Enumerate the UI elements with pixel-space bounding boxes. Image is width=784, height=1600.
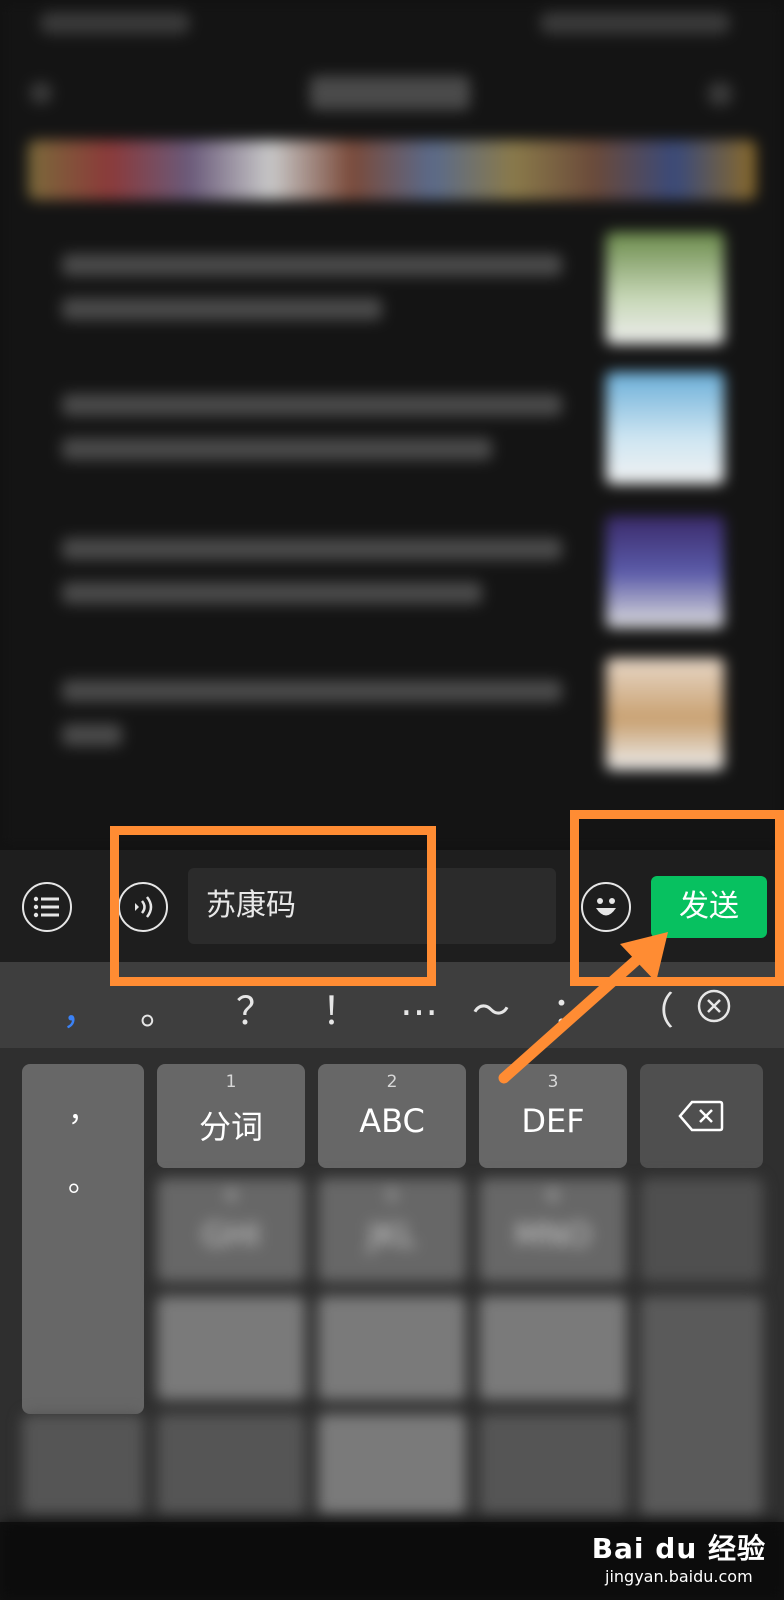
enter-key[interactable]	[640, 1296, 763, 1516]
blurred-lower-keys: 4 GHI 5 JKL 6 MNO	[0, 1178, 784, 1522]
side-punct[interactable]: ，	[22, 1086, 144, 1130]
mode-key[interactable]	[157, 1414, 305, 1514]
pointer-arrow	[498, 932, 668, 1084]
key-5[interactable]: 5 JKL	[318, 1178, 466, 1282]
status-bar	[0, 0, 784, 44]
page-title	[310, 76, 470, 110]
list-item[interactable]	[0, 372, 784, 492]
key-1[interactable]: 1 分词	[157, 1064, 305, 1168]
baidu-jingyan-watermark: Bai du 经验 jingyan.baidu.com	[592, 1527, 766, 1586]
punct-key[interactable]: ，	[62, 980, 100, 1035]
key-7[interactable]	[157, 1296, 305, 1400]
backspace-icon	[678, 1100, 724, 1132]
menu-button[interactable]	[22, 882, 72, 932]
lang-key[interactable]	[479, 1414, 627, 1514]
space-key[interactable]	[318, 1414, 466, 1514]
list-item[interactable]	[0, 658, 784, 778]
banner-image[interactable]	[28, 140, 756, 200]
list-item[interactable]	[0, 232, 784, 352]
list-icon	[33, 896, 59, 918]
key-8[interactable]	[318, 1296, 466, 1400]
back-icon[interactable]	[30, 82, 52, 104]
watermark-url: jingyan.baidu.com	[605, 1567, 753, 1586]
key-grid: ， 。 1 分词 2 ABC 3 DEF 4 GHI 5 JKL 6 MNO	[0, 1048, 784, 1522]
clear-button[interactable]	[696, 988, 732, 1024]
emoji-key[interactable]	[640, 1178, 763, 1282]
key-4[interactable]: 4 GHI	[157, 1178, 305, 1282]
article-list-background	[0, 0, 784, 850]
more-icon[interactable]	[708, 82, 732, 106]
close-circle-icon	[697, 989, 731, 1023]
key-6[interactable]: 6 MNO	[479, 1178, 627, 1282]
punct-key[interactable]: ！	[322, 980, 360, 1035]
symbol-key[interactable]	[22, 1414, 144, 1514]
watermark-brand: Bai du 经验	[591, 1532, 766, 1565]
punct-key[interactable]: ？	[236, 980, 274, 1035]
highlight-box-input	[110, 826, 436, 986]
key-2[interactable]: 2 ABC	[318, 1064, 466, 1168]
punct-key[interactable]: …	[400, 980, 438, 1024]
punct-key[interactable]: 。	[140, 980, 178, 1035]
list-item[interactable]	[0, 516, 784, 636]
key-9[interactable]	[479, 1296, 627, 1400]
